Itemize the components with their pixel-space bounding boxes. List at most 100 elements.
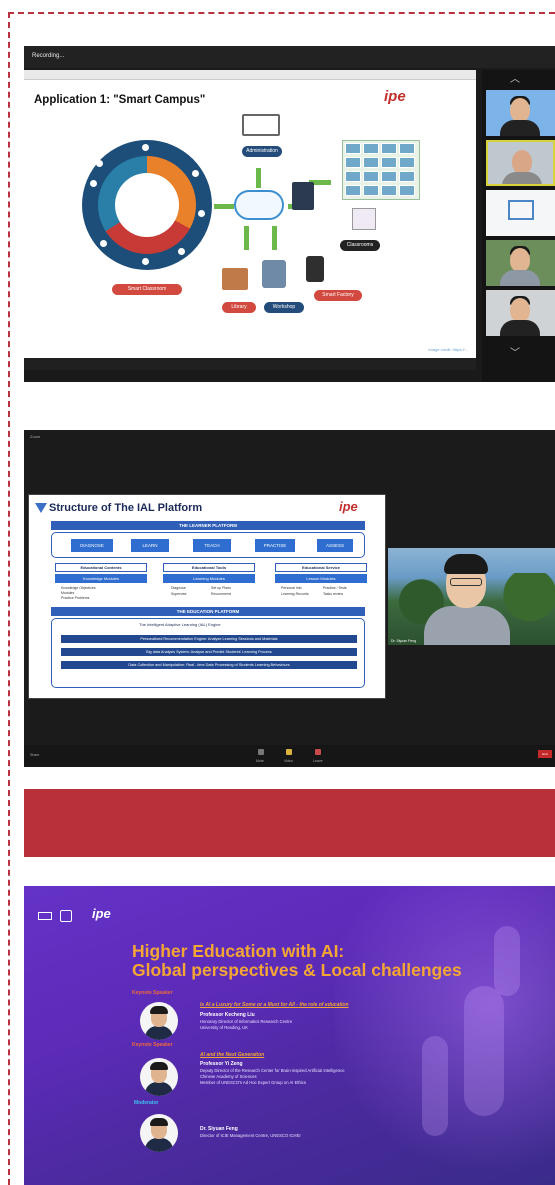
action-practise: PRACTISE bbox=[255, 539, 295, 552]
speaker-desc: Director of ICIE Management Centre, UNES… bbox=[200, 1133, 301, 1138]
ichei-logo-icon bbox=[60, 910, 72, 922]
end-button[interactable]: End bbox=[538, 750, 552, 758]
column-sub: Knowledge Modules bbox=[55, 574, 147, 583]
action-teach: TEACH bbox=[193, 539, 231, 552]
column-sub: Learning Modules bbox=[163, 574, 255, 583]
label-library: Library bbox=[222, 302, 256, 313]
silhouette-figure bbox=[422, 1036, 448, 1136]
zoom-screenshot-ial-platform: Zoom Structure of The IAL Platform Struc… bbox=[24, 430, 555, 767]
column-item: Practice Problems bbox=[61, 596, 90, 600]
column-item: Tasks review bbox=[323, 592, 344, 596]
poster-title-line-1: Higher Education with AI: bbox=[132, 941, 345, 961]
server-icon bbox=[292, 182, 314, 210]
chevron-down-icon[interactable]: ﹀ bbox=[510, 344, 520, 359]
column-sub: Lesson Modules bbox=[275, 574, 367, 583]
classroom-person-icon bbox=[352, 208, 376, 230]
frame-dashed-top bbox=[8, 12, 555, 14]
arrow-icon bbox=[256, 168, 261, 188]
smart-campus-wheel bbox=[82, 140, 212, 270]
share-label[interactable]: Share bbox=[30, 753, 39, 757]
ipe-logo: ipe bbox=[384, 88, 406, 105]
learner-platform-bar: THE LEARNER PLATFORM bbox=[51, 521, 365, 530]
arrow-icon bbox=[214, 204, 234, 209]
engine-stripe: Big data Analysis System: Analyse and Pr… bbox=[61, 648, 357, 656]
participant-tile[interactable] bbox=[486, 290, 555, 336]
avatar bbox=[140, 1002, 178, 1040]
participant-tile-logo[interactable] bbox=[486, 190, 555, 236]
speaker-name-label: Dr. Siyuan Feng bbox=[391, 639, 417, 643]
column-item: Personal Info bbox=[281, 586, 302, 590]
column-head: Educational Tools bbox=[163, 563, 255, 572]
speaker-name: Professor Kecheng Liu bbox=[200, 1012, 255, 1018]
engine-stripe: Personalised Recommendation Engine: Anal… bbox=[61, 635, 357, 643]
engine-title: The Intelligent Adaptive Learning (IAL) … bbox=[139, 622, 221, 627]
triangle-logo-icon bbox=[35, 503, 47, 513]
arrow-icon bbox=[244, 226, 249, 250]
label-workshop: Workshop bbox=[264, 302, 304, 313]
avatar bbox=[140, 1114, 178, 1152]
column-head: Educational Service bbox=[275, 563, 367, 572]
label-smart-classroom: Smart Classroom bbox=[112, 284, 182, 295]
video-icon[interactable] bbox=[286, 749, 292, 755]
action-learn: LEARN bbox=[131, 539, 169, 552]
label-smart-factory: Smart Factory bbox=[314, 290, 362, 301]
participant-tile-active[interactable] bbox=[486, 140, 555, 186]
mute-label: Mute bbox=[256, 759, 264, 763]
silhouette-figure bbox=[464, 986, 504, 1116]
action-assess: ASSESS bbox=[317, 539, 353, 552]
engine-stripe: Data Collection and Manipulation: Real -… bbox=[61, 661, 357, 669]
participant-tile[interactable] bbox=[486, 240, 555, 286]
talk-title: AI and the Next Generation bbox=[200, 1052, 265, 1058]
event-poster: ipe Higher Education with AI: Global per… bbox=[24, 886, 555, 1185]
ipe-logo: Structure of The IAL Platformipe bbox=[339, 499, 358, 514]
leave-icon[interactable] bbox=[315, 749, 321, 755]
education-platform-bar: THE EDUCATION PLATFORM bbox=[51, 607, 365, 616]
participant-tile[interactable] bbox=[486, 90, 555, 136]
moderator-role: Moderator bbox=[134, 1100, 159, 1106]
zoom-controls-bar: Share Mute Video Leave End bbox=[24, 745, 555, 767]
action-diagnose: DIAGNOSE bbox=[71, 539, 113, 552]
library-icon bbox=[222, 268, 248, 290]
label-classrooms: Classrooms bbox=[340, 240, 380, 251]
avatar bbox=[140, 1058, 178, 1096]
label-administration: Administration bbox=[242, 146, 282, 157]
poster-title: Higher Education with AI: Global perspec… bbox=[132, 942, 462, 980]
speaker-desc: University of Reading, UK bbox=[200, 1025, 248, 1030]
workshop-icon bbox=[262, 260, 286, 288]
speaker-name: Professor Yi Zeng bbox=[200, 1061, 243, 1067]
participant-video-strip: ︿ ﹀ bbox=[482, 70, 555, 382]
poster-title-line-2: Global perspectives & Local challenges bbox=[132, 960, 462, 980]
ipe-logo: ipe bbox=[92, 906, 111, 921]
column-item: Diagnose bbox=[171, 586, 186, 590]
slide-title: Application 1: "Smart Campus" bbox=[34, 94, 206, 106]
frame-dashed-left bbox=[8, 12, 10, 1185]
recording-label: Recording... bbox=[32, 53, 65, 59]
speaker-name: Dr. Siyuan Feng bbox=[200, 1126, 238, 1132]
column-item: Supervise bbox=[171, 592, 187, 596]
zoom-window-label: Zoom bbox=[30, 434, 41, 439]
chevron-up-icon[interactable]: ︿ bbox=[510, 70, 520, 85]
column-item: Set up Plans bbox=[211, 586, 231, 590]
zoom-screenshot-smart-campus: Recording... Application 1: "Smart Campu… bbox=[24, 46, 555, 382]
unesco-logo-icon bbox=[508, 200, 534, 220]
column-item: Recommend bbox=[211, 592, 231, 596]
classroom-icon bbox=[115, 173, 179, 237]
phone-icon bbox=[306, 256, 324, 282]
talk-title: Is AI a Luxury for Some or a Must for Al… bbox=[200, 1002, 349, 1008]
silhouette-figure bbox=[494, 926, 520, 996]
speaker-role: Keynote Speaker bbox=[132, 990, 173, 996]
speaker-desc: Member of UNESCO's Ad Hoc Expert Group o… bbox=[200, 1080, 306, 1085]
column-item: Learning Records bbox=[281, 592, 309, 596]
shared-screen: Application 1: "Smart Campus" ipe Smart … bbox=[24, 70, 476, 370]
devices-icon bbox=[242, 114, 280, 136]
speaker-video[interactable]: Dr. Siyuan Feng bbox=[388, 548, 555, 645]
red-banner bbox=[24, 789, 555, 857]
mute-icon[interactable] bbox=[258, 749, 264, 755]
column-head: Educational Contents bbox=[55, 563, 147, 572]
windows-taskbar bbox=[24, 358, 476, 370]
video-label: Video bbox=[284, 759, 293, 763]
column-item: Practise / Tests bbox=[323, 586, 347, 590]
unesco-logo-icon bbox=[38, 912, 52, 920]
browser-toolbar bbox=[24, 70, 476, 80]
cloud-icon bbox=[234, 190, 284, 220]
